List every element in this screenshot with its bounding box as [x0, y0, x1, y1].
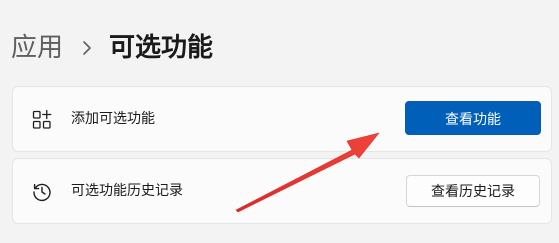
- view-features-button[interactable]: 查看功能: [405, 101, 541, 135]
- view-history-button[interactable]: 查看历史记录: [406, 175, 540, 207]
- add-optional-feature-label: 添加可选功能: [71, 111, 155, 127]
- page-title: 可选功能: [109, 33, 214, 63]
- optional-feature-history-card: 可选功能历史记录 查看历史记录: [12, 158, 552, 224]
- breadcrumb-parent-apps[interactable]: 应用: [11, 30, 63, 66]
- breadcrumb: 应用 可选功能: [11, 30, 213, 66]
- history-icon: [30, 180, 54, 204]
- add-optional-feature-card: 添加可选功能 查看功能: [12, 86, 552, 152]
- optional-feature-history-label: 可选功能历史记录: [71, 183, 183, 199]
- chevron-right-icon: [73, 40, 101, 56]
- add-apps-icon: [30, 108, 54, 132]
